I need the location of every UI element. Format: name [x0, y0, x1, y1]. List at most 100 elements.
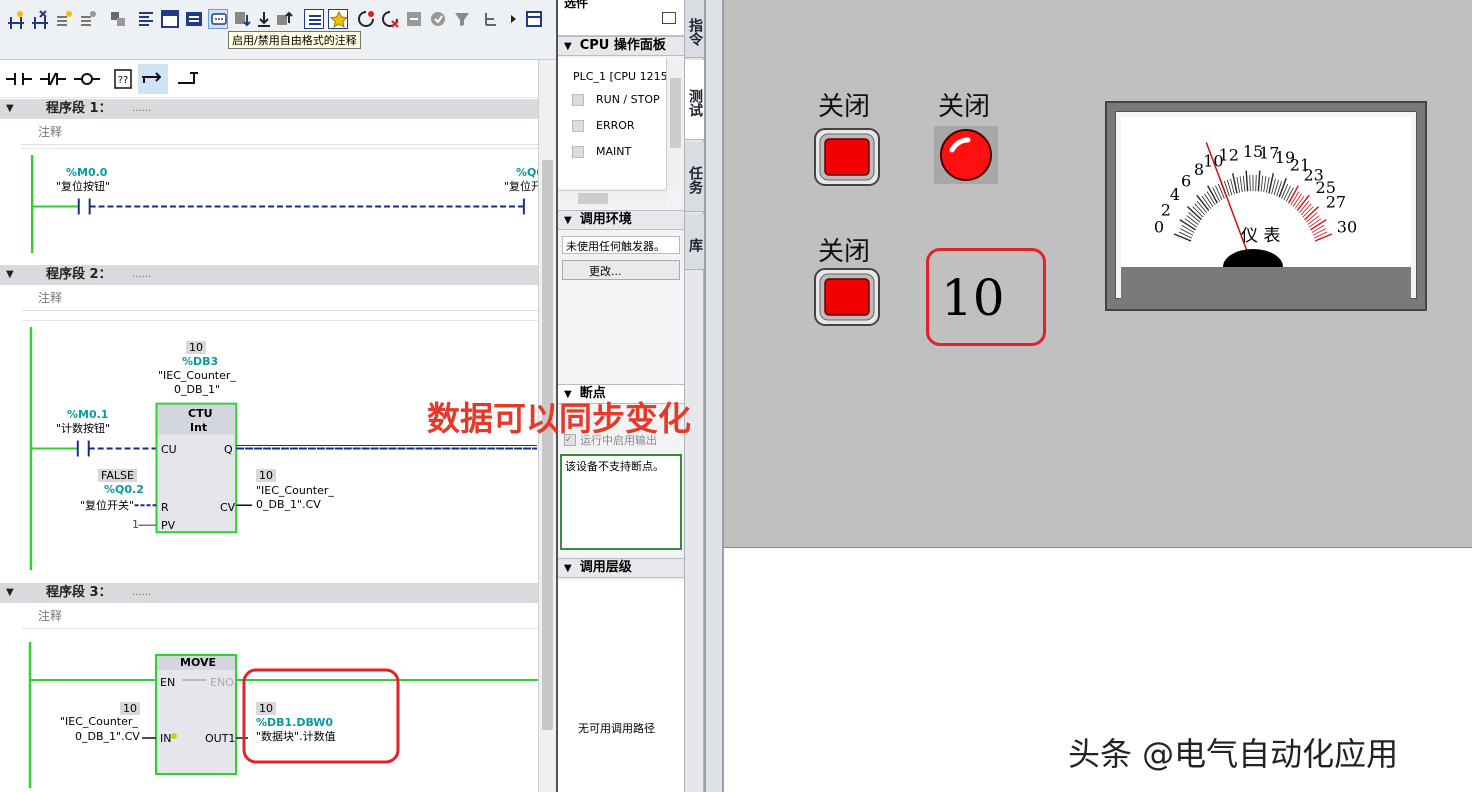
call-hierarchy-icon[interactable]: [482, 9, 502, 29]
close-branch-icon[interactable]: [174, 64, 204, 94]
meter-tick: [1278, 178, 1287, 198]
window-icon[interactable]: [662, 12, 676, 24]
out-tag[interactable]: %DB1.DBW0: [256, 716, 333, 729]
upload-icon[interactable]: [274, 9, 294, 29]
meter-tick: [1212, 187, 1221, 202]
collapse-arrow-icon[interactable]: ▼: [6, 265, 14, 285]
delete-network-icon[interactable]: [30, 9, 50, 29]
indicator-lamp: [934, 126, 998, 184]
force-icon[interactable]: [428, 9, 448, 29]
tab-instructions[interactable]: 指令: [685, 0, 705, 58]
meter-tick: [1186, 215, 1199, 225]
chevron-down-icon[interactable]: ▼: [564, 215, 572, 226]
block-type: MOVE: [180, 656, 217, 669]
open-branch-icon[interactable]: [138, 64, 168, 94]
chevron-down-icon[interactable]: ▼: [564, 41, 572, 52]
coil-icon[interactable]: [72, 64, 102, 94]
insert-network-icon[interactable]: [6, 9, 26, 29]
contact-name[interactable]: "计数按钮": [56, 422, 110, 435]
network-comment-icon[interactable]: [184, 9, 204, 29]
meter-tick: [1292, 193, 1302, 207]
contact-name[interactable]: "复位按钮": [56, 180, 110, 193]
tooltip: 启用/禁用自由格式的注释: [228, 31, 361, 49]
meter-tick: [1281, 183, 1289, 199]
meter-tick-label: 30: [1337, 218, 1357, 237]
meter-tick: [1285, 187, 1294, 202]
options-header: 选件: [558, 0, 684, 36]
free-comment-icon[interactable]: [208, 9, 228, 29]
network-title-placeholder[interactable]: ......: [132, 583, 151, 603]
pin-en: EN: [160, 676, 176, 689]
r-tag[interactable]: %Q0.2: [104, 483, 144, 496]
network-2-body: 10 %DB3 "IEC_Counter_ 0_DB_1" CTU Int %M…: [22, 320, 538, 582]
button-2-label: 关闭: [818, 237, 871, 267]
insert-row-icon[interactable]: [54, 9, 74, 29]
scrollbar-thumb[interactable]: [670, 78, 681, 148]
button-1-label: 关闭: [818, 92, 871, 122]
symbol-table-icon[interactable]: [160, 9, 180, 29]
network-2-comment[interactable]: 注释: [22, 287, 538, 311]
tab-library[interactable]: 库: [685, 214, 705, 270]
network-2-header[interactable]: ▼ 程序段 2： ......: [0, 265, 538, 285]
tab-tasks[interactable]: 任务: [685, 142, 705, 212]
cpu-horizontal-scrollbar[interactable]: [558, 190, 666, 206]
collapse-arrow-icon[interactable]: ▼: [6, 99, 14, 119]
list-view-icon[interactable]: [304, 9, 324, 29]
cv-name[interactable]: "IEC_Counter_: [256, 484, 334, 497]
scrollbar-thumb[interactable]: [578, 193, 608, 204]
call-level-header[interactable]: ▼ 调用层级: [558, 558, 684, 578]
maint-label: MAINT: [596, 145, 632, 158]
network-1-comment[interactable]: 注释: [22, 121, 538, 145]
change-button[interactable]: 更改...: [562, 260, 680, 280]
close-button-2[interactable]: [814, 268, 880, 326]
window-split-icon[interactable]: [524, 9, 544, 29]
cv-name-cont[interactable]: 0_DB_1".CV: [256, 498, 321, 511]
meter-tick: [1260, 175, 1264, 192]
append-row-icon[interactable]: [78, 9, 98, 29]
pin-pv: PV: [161, 519, 176, 532]
network-3-comment[interactable]: 注释: [22, 605, 538, 629]
network-1-header[interactable]: ▼ 程序段 1： ......: [0, 99, 538, 119]
download-all-icon[interactable]: [254, 9, 274, 29]
monitoring-icon[interactable]: [356, 9, 376, 29]
network-3-header[interactable]: ▼ 程序段 3： ......: [0, 583, 538, 603]
modify-value-icon[interactable]: [404, 9, 424, 29]
contact-tag[interactable]: %M0.0: [66, 166, 107, 179]
network-title-placeholder[interactable]: ......: [132, 265, 151, 285]
no-contact-icon[interactable]: [4, 64, 34, 94]
block-interface-icon[interactable]: [108, 9, 128, 29]
tab-test[interactable]: 测试: [685, 60, 705, 140]
db-name-cont[interactable]: 0_DB_1": [174, 383, 220, 396]
absolute-address-icon[interactable]: [136, 9, 156, 29]
chevron-down-icon[interactable]: ▼: [564, 563, 572, 574]
pane-divider[interactable]: [704, 0, 724, 792]
contact-tag[interactable]: %M0.1: [67, 408, 108, 421]
call-env-header[interactable]: ▼ 调用环境: [558, 210, 684, 230]
scrollbar-thumb[interactable]: [542, 160, 553, 730]
db-tag[interactable]: %DB3: [182, 355, 218, 368]
close-button-1[interactable]: [814, 128, 880, 186]
favorite-icon[interactable]: [328, 9, 349, 29]
cpu-vertical-scrollbar[interactable]: [666, 58, 684, 190]
in-name[interactable]: "IEC_Counter_: [60, 715, 138, 728]
collapse-arrow-icon[interactable]: ▼: [6, 583, 14, 603]
nc-contact-icon[interactable]: [38, 64, 68, 94]
meter-tick: [1249, 175, 1251, 192]
coil-name[interactable]: "复位开: [504, 180, 542, 193]
pv-value[interactable]: 1: [132, 518, 139, 531]
out-name[interactable]: "数据块".计数值: [256, 730, 336, 743]
filter-icon[interactable]: [452, 9, 472, 29]
meter-tick: [1257, 170, 1261, 192]
block-datatype[interactable]: Int: [190, 421, 207, 434]
r-name[interactable]: "复位开关": [80, 499, 134, 512]
error-led: [572, 120, 584, 132]
network-title-placeholder[interactable]: ......: [132, 99, 151, 119]
db-name[interactable]: "IEC_Counter_: [158, 369, 236, 382]
empty-box-icon[interactable]: ??: [108, 64, 138, 94]
more-arrow-icon[interactable]: [504, 9, 516, 29]
stop-monitor-icon[interactable]: [380, 9, 400, 29]
download-icon[interactable]: [232, 9, 252, 29]
meter-tick: [1215, 185, 1223, 201]
cpu-panel-header[interactable]: ▼ CPU 操作面板: [558, 36, 684, 56]
in-name-cont[interactable]: 0_DB_1".CV: [75, 730, 140, 743]
